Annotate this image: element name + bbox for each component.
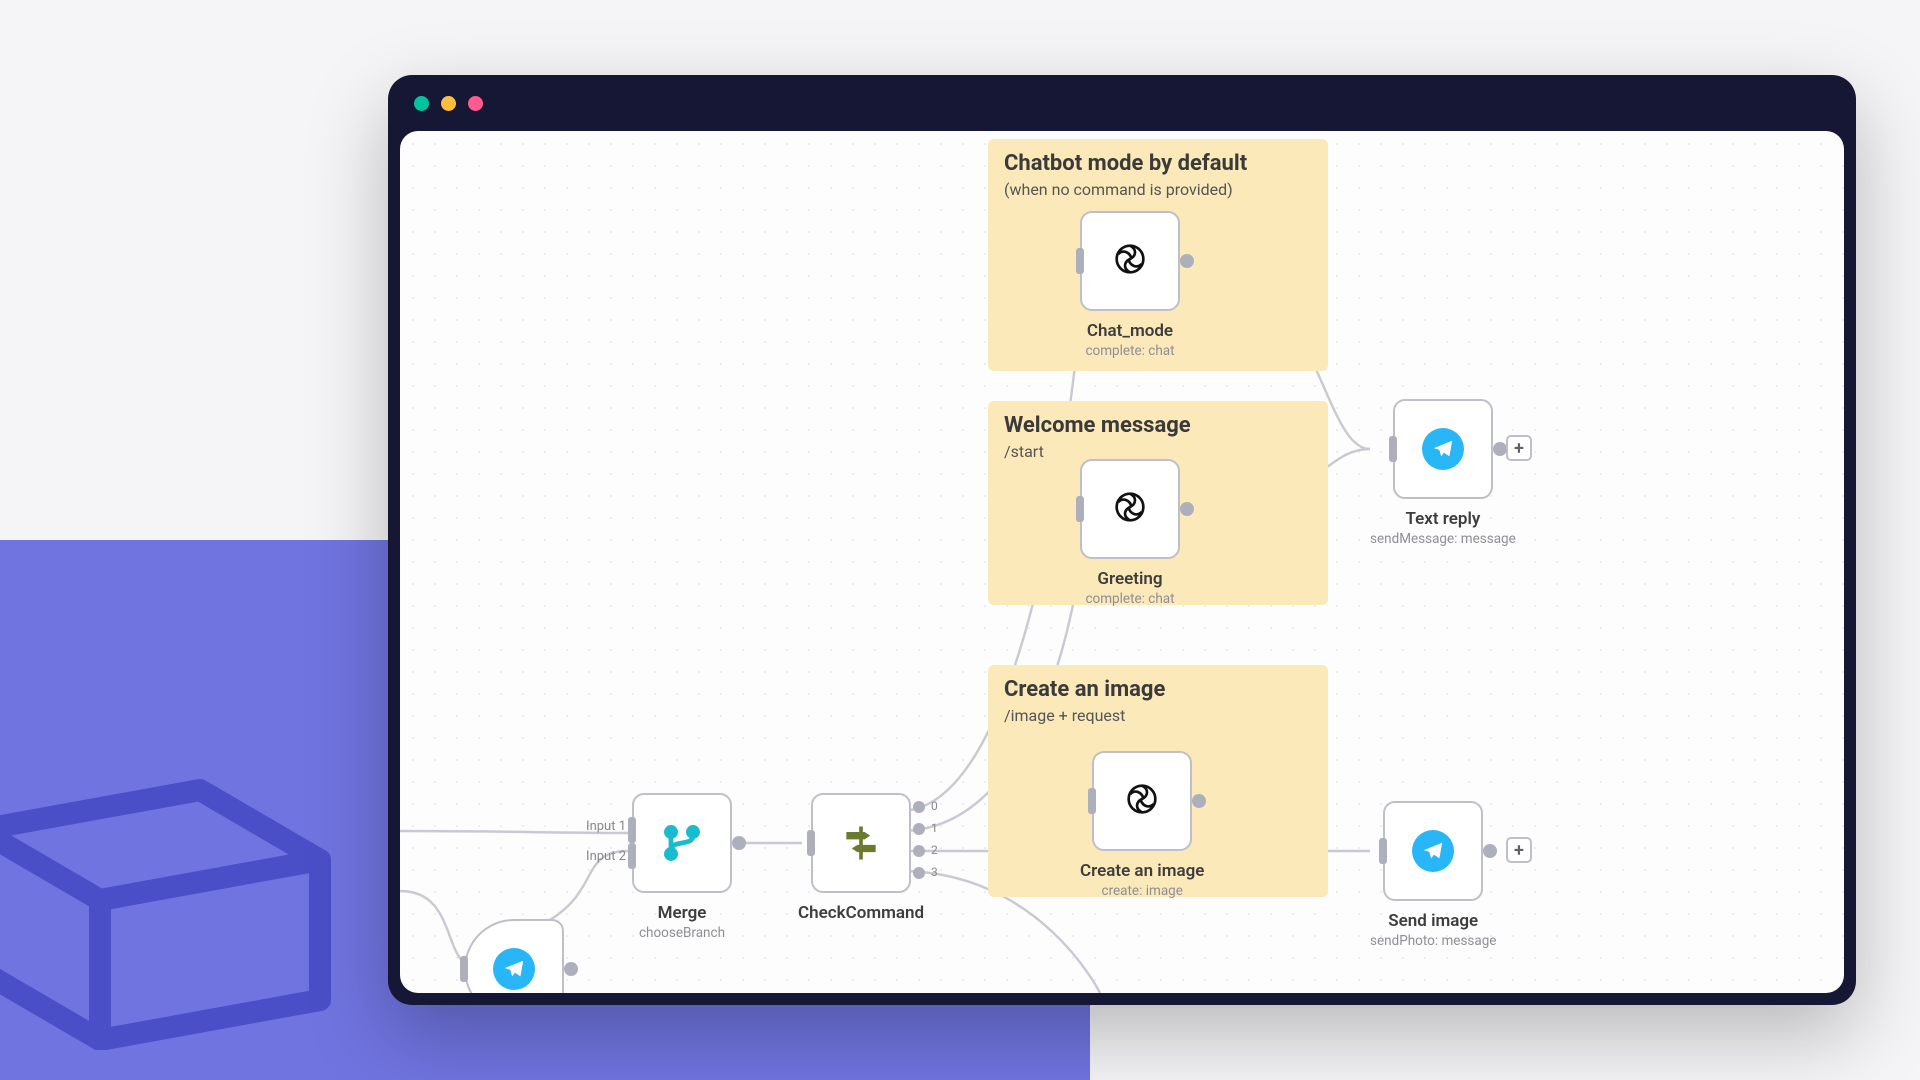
group-title: Create an image (1004, 677, 1312, 702)
node-subtitle: sendPhoto: message (1370, 933, 1496, 949)
git-branch-icon (660, 821, 704, 865)
output-port-1[interactable] (913, 823, 925, 835)
node-title: Send image (1370, 911, 1496, 931)
node-telegram-trigger[interactable] (464, 919, 564, 993)
merge-input-label-1: Input 1 (572, 819, 626, 834)
node-output-port[interactable] (1483, 844, 1497, 858)
node-output-port[interactable] (1180, 502, 1194, 516)
node-chat-mode[interactable]: Chat_mode complete: chat (1080, 211, 1180, 359)
node-title: Chat_mode (1080, 321, 1180, 341)
telegram-icon (1412, 830, 1454, 872)
output-label: 3 (931, 865, 938, 879)
add-node-button[interactable]: + (1506, 837, 1532, 863)
output-label: 2 (931, 843, 938, 857)
output-label: 1 (931, 821, 938, 835)
node-title: CheckCommand (798, 903, 924, 923)
output-port-2[interactable] (913, 845, 925, 857)
node-title: Text reply (1370, 509, 1516, 529)
node-input-port[interactable] (460, 956, 468, 982)
node-output-port[interactable] (564, 962, 578, 976)
app-window: Chatbot mode by default (when no command… (388, 75, 1856, 1005)
node-subtitle: sendMessage: message (1370, 531, 1516, 547)
node-subtitle: complete: chat (1080, 343, 1180, 359)
plus-icon: + (1514, 840, 1524, 861)
openai-icon (1110, 239, 1150, 283)
node-check-command[interactable]: 0 1 2 3 CheckCommand (798, 793, 924, 923)
traffic-light-zoom-icon[interactable] (468, 96, 483, 111)
output-port-3[interactable] (913, 867, 925, 879)
node-title: Merge (632, 903, 732, 923)
group-title: Chatbot mode by default (1004, 151, 1312, 176)
node-text-reply[interactable]: Text reply sendMessage: message (1370, 399, 1516, 547)
window-titlebar (388, 75, 1856, 131)
node-input-port[interactable] (1088, 788, 1096, 814)
node-input-port[interactable] (1389, 436, 1397, 462)
group-subtitle: (when no command is provided) (1004, 180, 1312, 199)
group-title: Welcome message (1004, 413, 1312, 438)
node-title: Create an image (1080, 861, 1204, 881)
openai-icon (1110, 487, 1150, 531)
node-subtitle: complete: chat (1080, 591, 1180, 607)
traffic-light-minimize-icon[interactable] (441, 96, 456, 111)
output-port-0[interactable] (913, 801, 925, 813)
node-output-port[interactable] (732, 836, 746, 850)
node-subtitle: create: image (1080, 883, 1204, 899)
workflow-canvas[interactable]: Chatbot mode by default (when no command… (400, 131, 1844, 993)
node-subtitle: chooseBranch (632, 925, 732, 941)
output-label: 0 (931, 799, 938, 813)
group-subtitle: /image + request (1004, 706, 1312, 725)
node-input-port[interactable] (1379, 838, 1387, 864)
node-output-port[interactable] (1192, 794, 1206, 808)
node-greeting[interactable]: Greeting complete: chat (1080, 459, 1180, 607)
node-multi-output: 0 1 2 3 (913, 801, 925, 879)
node-output-port[interactable] (1493, 442, 1507, 456)
node-input-port[interactable] (1076, 248, 1084, 274)
plus-icon: + (1514, 438, 1524, 459)
background-cube-illustration (0, 770, 360, 1050)
node-input-port[interactable] (1076, 496, 1084, 522)
node-input-port[interactable] (628, 817, 636, 843)
add-node-button[interactable]: + (1506, 435, 1532, 461)
signpost-icon (839, 821, 883, 865)
merge-input-label-2: Input 2 (572, 849, 626, 864)
telegram-icon (1422, 428, 1464, 470)
traffic-light-close-icon[interactable] (414, 96, 429, 111)
node-merge[interactable]: Merge chooseBranch (632, 793, 732, 941)
node-output-port[interactable] (1180, 254, 1194, 268)
telegram-icon (493, 948, 535, 990)
openai-icon (1122, 779, 1162, 823)
node-title: Greeting (1080, 569, 1180, 589)
node-send-image[interactable]: Send image sendPhoto: message (1370, 801, 1496, 949)
node-create-image[interactable]: Create an image create: image (1080, 751, 1204, 899)
node-input-port[interactable] (807, 830, 815, 856)
node-input-port[interactable] (628, 843, 636, 869)
